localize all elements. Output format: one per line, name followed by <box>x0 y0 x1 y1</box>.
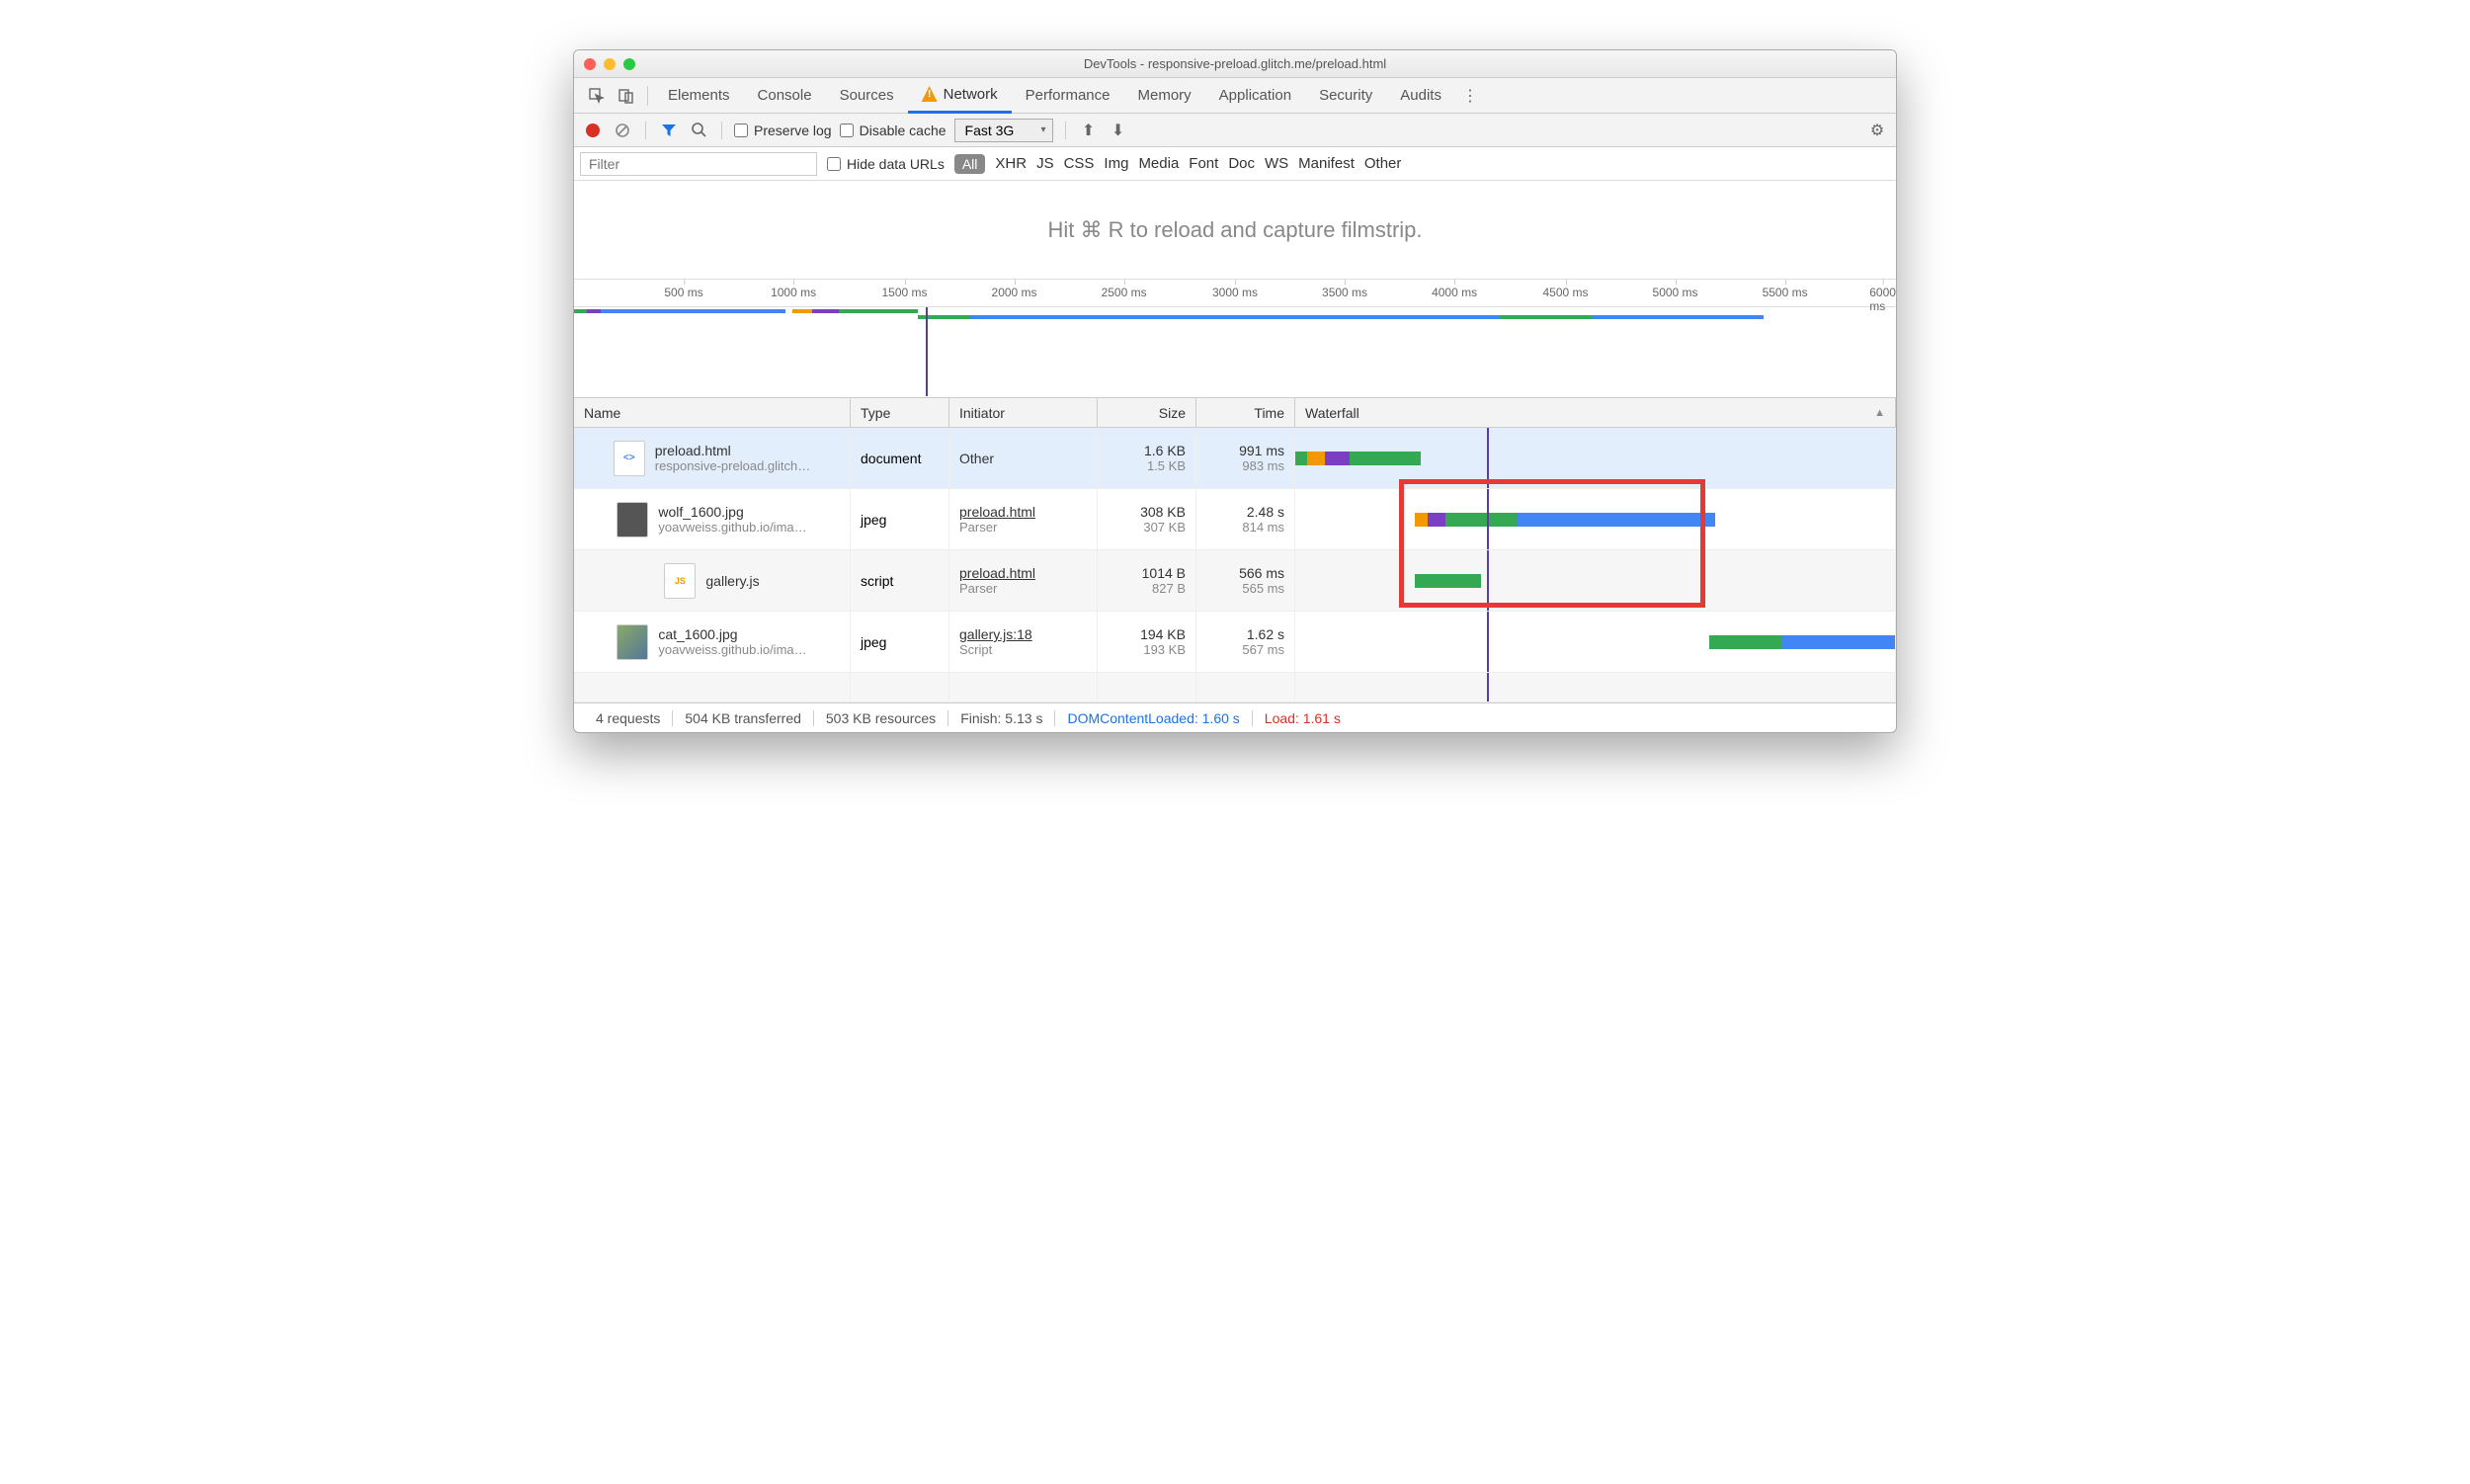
col-name[interactable]: Name <box>574 398 851 427</box>
filter-type-js[interactable]: JS <box>1036 155 1054 172</box>
network-toolbar: Preserve log Disable cache Fast 3G ⬆ ⬇ ⚙ <box>574 114 1896 147</box>
image-file-icon <box>617 502 648 537</box>
inspect-icon[interactable] <box>586 85 608 107</box>
html-file-icon: <> <box>614 441 645 476</box>
filter-type-doc[interactable]: Doc <box>1228 155 1255 172</box>
panel-tabs: Elements Console Sources !Network Perfor… <box>574 78 1896 114</box>
tab-memory[interactable]: Memory <box>1124 78 1205 114</box>
tab-network[interactable]: !Network <box>908 78 1012 114</box>
filter-type-media[interactable]: Media <box>1138 155 1179 172</box>
tab-elements[interactable]: Elements <box>654 78 744 114</box>
status-dcl: DOMContentLoaded: 1.60 s <box>1055 710 1252 726</box>
filter-type-img[interactable]: Img <box>1104 155 1128 172</box>
filter-type-other[interactable]: Other <box>1364 155 1402 172</box>
status-requests: 4 requests <box>584 710 673 726</box>
device-toggle-icon[interactable] <box>616 85 637 107</box>
filter-type-xhr[interactable]: XHR <box>995 155 1027 172</box>
table-row[interactable]: cat_1600.jpgyoavweiss.github.io/ima… jpe… <box>574 612 1896 673</box>
col-size[interactable]: Size <box>1098 398 1196 427</box>
tab-sources[interactable]: Sources <box>826 78 908 114</box>
col-time[interactable]: Time <box>1196 398 1295 427</box>
table-headers: Name Type Initiator Size Time Waterfall▲ <box>574 398 1896 428</box>
tab-performance[interactable]: Performance <box>1012 78 1124 114</box>
status-resources: 503 KB resources <box>814 710 948 726</box>
js-file-icon: JS <box>664 563 696 599</box>
col-waterfall[interactable]: Waterfall▲ <box>1295 398 1896 427</box>
filter-type-manifest[interactable]: Manifest <box>1298 155 1355 172</box>
status-transferred: 504 KB transferred <box>673 710 814 726</box>
filter-input[interactable] <box>580 152 817 176</box>
filter-type-all[interactable]: All <box>954 154 986 174</box>
highlight-annotation <box>1399 479 1705 608</box>
tab-application[interactable]: Application <box>1205 78 1305 114</box>
tab-audits[interactable]: Audits <box>1386 78 1455 114</box>
settings-gear-icon[interactable]: ⚙ <box>1866 120 1888 141</box>
search-icon[interactable] <box>688 120 709 141</box>
table-row-empty <box>574 673 1896 702</box>
image-file-icon <box>617 624 648 660</box>
preserve-log-checkbox[interactable]: Preserve log <box>734 123 832 138</box>
disable-cache-checkbox[interactable]: Disable cache <box>840 123 947 138</box>
filter-bar: Hide data URLs All XHR JS CSS Img Media … <box>574 147 1896 181</box>
timeline-overview[interactable]: 500 ms 1000 ms 1500 ms 2000 ms 2500 ms 3… <box>574 280 1896 398</box>
tab-console[interactable]: Console <box>744 78 826 114</box>
filter-type-font[interactable]: Font <box>1189 155 1218 172</box>
col-initiator[interactable]: Initiator <box>949 398 1098 427</box>
throttle-select[interactable]: Fast 3G <box>954 119 1053 142</box>
more-icon[interactable]: ⋮ <box>1459 85 1481 107</box>
devtools-window: DevTools - responsive-preload.glitch.me/… <box>573 49 1897 733</box>
download-har-icon[interactable]: ⬇ <box>1108 120 1129 141</box>
status-load: Load: 1.61 s <box>1253 710 1353 726</box>
status-bar: 4 requests 504 KB transferred 503 KB res… <box>574 702 1896 732</box>
filmstrip-banner: Hit ⌘ R to reload and capture filmstrip. <box>574 181 1896 280</box>
request-table: <>preload.htmlresponsive-preload.glitch…… <box>574 428 1896 702</box>
clear-icon[interactable] <box>612 120 633 141</box>
titlebar: DevTools - responsive-preload.glitch.me/… <box>574 50 1896 78</box>
window-title: DevTools - responsive-preload.glitch.me/… <box>574 56 1896 71</box>
status-finish: Finish: 5.13 s <box>948 710 1055 726</box>
filter-type-ws[interactable]: WS <box>1265 155 1288 172</box>
record-button[interactable] <box>582 120 604 141</box>
filter-icon[interactable] <box>658 120 680 141</box>
upload-har-icon[interactable]: ⬆ <box>1078 120 1100 141</box>
filter-type-css[interactable]: CSS <box>1064 155 1095 172</box>
hide-data-urls-checkbox[interactable]: Hide data URLs <box>827 156 945 172</box>
sort-arrow-icon: ▲ <box>1874 407 1885 419</box>
col-type[interactable]: Type <box>851 398 949 427</box>
tab-security[interactable]: Security <box>1305 78 1386 114</box>
warning-icon: ! <box>922 86 938 102</box>
